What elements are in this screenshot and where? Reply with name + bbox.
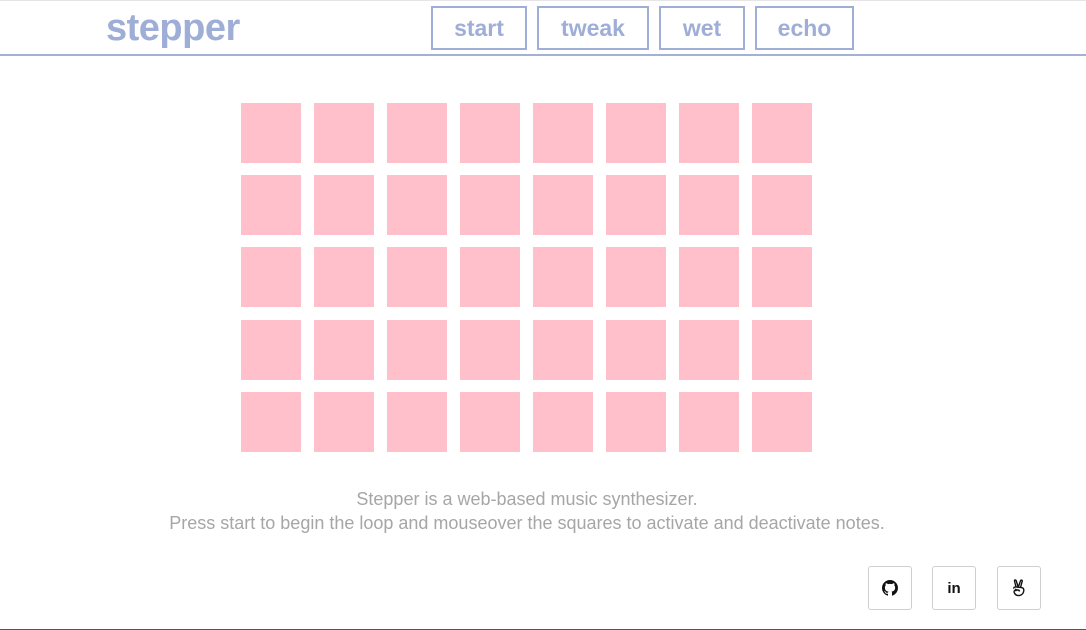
linkedin-icon: in <box>947 579 961 597</box>
description-line-2: Press start to begin the loop and mouseo… <box>169 513 885 533</box>
step-cell[interactable] <box>241 320 301 380</box>
step-cell[interactable] <box>606 320 666 380</box>
step-cell[interactable] <box>387 103 447 163</box>
step-cell[interactable] <box>533 392 593 452</box>
step-cell[interactable] <box>314 247 374 307</box>
step-cell[interactable] <box>460 320 520 380</box>
step-cell[interactable] <box>314 175 374 235</box>
step-cell[interactable] <box>533 247 593 307</box>
step-cell[interactable] <box>314 320 374 380</box>
app-logo[interactable]: stepper <box>106 6 240 50</box>
wet-button[interactable]: wet <box>659 6 745 50</box>
step-cell[interactable] <box>606 175 666 235</box>
step-cell[interactable] <box>387 247 447 307</box>
step-cell[interactable] <box>533 320 593 380</box>
step-cell[interactable] <box>679 175 739 235</box>
step-cell[interactable] <box>752 247 812 307</box>
step-cell[interactable] <box>314 392 374 452</box>
step-cell[interactable] <box>679 103 739 163</box>
step-cell[interactable] <box>752 320 812 380</box>
step-cell[interactable] <box>387 320 447 380</box>
github-link[interactable] <box>868 566 912 610</box>
step-cell[interactable] <box>606 247 666 307</box>
description: Stepper is a web-based music synthesizer… <box>0 487 1054 535</box>
step-cell[interactable] <box>752 103 812 163</box>
step-cell[interactable] <box>752 392 812 452</box>
tweak-button[interactable]: tweak <box>537 6 649 50</box>
step-cell[interactable] <box>460 175 520 235</box>
step-cell[interactable] <box>606 392 666 452</box>
step-cell[interactable] <box>679 320 739 380</box>
step-cell[interactable] <box>533 175 593 235</box>
angellist-link[interactable] <box>997 566 1041 610</box>
step-cell[interactable] <box>460 103 520 163</box>
step-cell[interactable] <box>752 175 812 235</box>
step-cell[interactable] <box>314 103 374 163</box>
description-line-1: Stepper is a web-based music synthesizer… <box>356 489 698 509</box>
step-cell[interactable] <box>679 392 739 452</box>
step-cell[interactable] <box>606 103 666 163</box>
step-cell[interactable] <box>241 392 301 452</box>
header: stepper start tweak wet echo <box>0 0 1086 56</box>
step-cell[interactable] <box>387 175 447 235</box>
step-cell[interactable] <box>679 247 739 307</box>
start-button[interactable]: start <box>431 6 527 50</box>
step-cell[interactable] <box>241 103 301 163</box>
angellist-icon <box>1011 579 1027 597</box>
echo-button[interactable]: echo <box>755 6 854 50</box>
github-icon <box>882 580 898 596</box>
step-cell[interactable] <box>460 392 520 452</box>
step-cell[interactable] <box>533 103 593 163</box>
step-cell[interactable] <box>241 247 301 307</box>
page: stepper start tweak wet echo Stepper is … <box>0 0 1086 630</box>
step-cell[interactable] <box>387 392 447 452</box>
step-cell[interactable] <box>460 247 520 307</box>
step-cell[interactable] <box>241 175 301 235</box>
linkedin-link[interactable]: in <box>932 566 976 610</box>
